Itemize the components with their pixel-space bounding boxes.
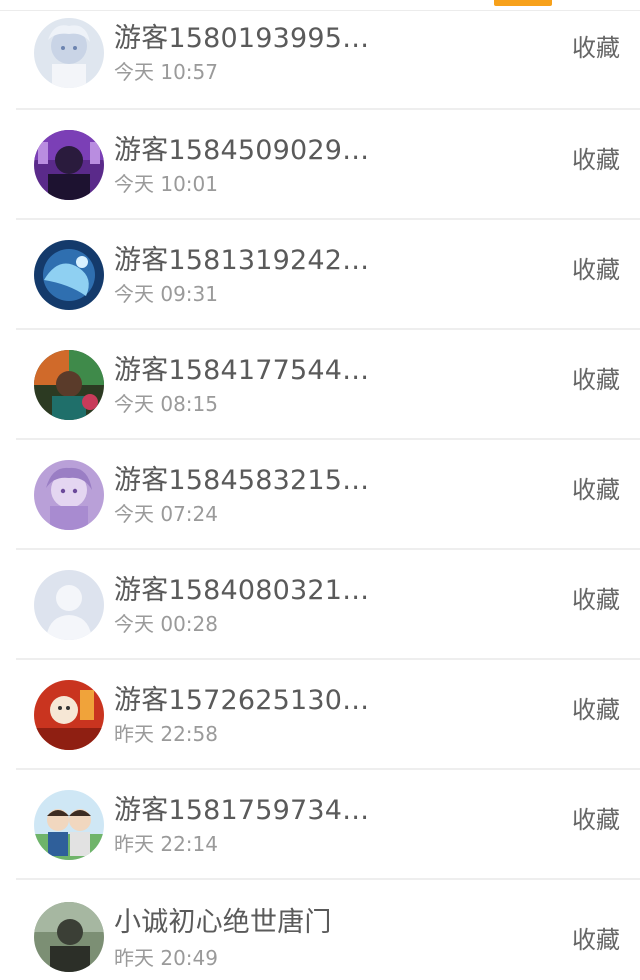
favorite-button[interactable]: 收藏 bbox=[572, 360, 620, 395]
favorite-button[interactable]: 收藏 bbox=[572, 920, 620, 955]
user-name: 小诚初心绝世唐门 bbox=[114, 907, 332, 938]
list-item[interactable]: 游客1584583215… 今天 07:24 收藏 bbox=[0, 440, 640, 550]
user-name: 游客1581319242… bbox=[114, 245, 370, 276]
avatar[interactable] bbox=[34, 240, 104, 310]
favorite-button[interactable]: 收藏 bbox=[572, 580, 620, 615]
timestamp: 今天 09:31 bbox=[114, 282, 218, 306]
avatar[interactable] bbox=[34, 18, 104, 88]
timestamp: 今天 08:15 bbox=[114, 392, 218, 416]
timestamp: 今天 10:01 bbox=[114, 172, 218, 196]
list-item[interactable]: 游客1581319242… 今天 09:31 收藏 bbox=[0, 220, 640, 330]
timestamp: 今天 00:28 bbox=[114, 612, 218, 636]
avatar[interactable] bbox=[34, 350, 104, 420]
favorite-button[interactable]: 收藏 bbox=[572, 250, 620, 285]
favorite-button[interactable]: 收藏 bbox=[572, 140, 620, 175]
favorite-button[interactable]: 收藏 bbox=[572, 28, 620, 63]
avatar[interactable] bbox=[34, 790, 104, 860]
user-name: 游客1581759734… bbox=[114, 795, 370, 826]
list-item[interactable]: 小诚初心绝世唐门 昨天 20:49 收藏 bbox=[0, 880, 640, 980]
favorite-button[interactable]: 收藏 bbox=[572, 800, 620, 835]
list-item[interactable]: 游客1584080321… 今天 00:28 收藏 bbox=[0, 550, 640, 660]
favorite-button[interactable]: 收藏 bbox=[572, 470, 620, 505]
user-name: 游客1572625130… bbox=[114, 685, 370, 716]
timestamp: 昨天 22:14 bbox=[114, 832, 218, 856]
list-item[interactable]: 游客1572625130… 昨天 22:58 收藏 bbox=[0, 660, 640, 770]
list-item[interactable]: 游客1584177544… 今天 08:15 收藏 bbox=[0, 330, 640, 440]
user-name: 游客1584509029… bbox=[114, 135, 370, 166]
user-name: 游客1584080321… bbox=[114, 575, 370, 606]
avatar[interactable] bbox=[34, 130, 104, 200]
avatar-placeholder-icon[interactable] bbox=[34, 570, 104, 640]
user-name: 游客1584177544… bbox=[114, 355, 370, 386]
list-item[interactable]: 游客1584509029… 今天 10:01 收藏 bbox=[0, 110, 640, 220]
timestamp: 昨天 20:49 bbox=[114, 946, 218, 970]
list-item[interactable]: 游客1580193995… 今天 10:57 收藏 bbox=[0, 0, 640, 110]
user-name: 游客1580193995… bbox=[114, 23, 370, 54]
user-name: 游客1584583215… bbox=[114, 465, 370, 496]
timestamp: 今天 07:24 bbox=[114, 502, 218, 526]
timestamp: 今天 10:57 bbox=[114, 60, 218, 84]
timestamp: 昨天 22:58 bbox=[114, 722, 218, 746]
list-item[interactable]: 游客1581759734… 昨天 22:14 收藏 bbox=[0, 770, 640, 880]
avatar[interactable] bbox=[34, 902, 104, 972]
avatar[interactable] bbox=[34, 680, 104, 750]
avatar[interactable] bbox=[34, 460, 104, 530]
favorite-button[interactable]: 收藏 bbox=[572, 690, 620, 725]
